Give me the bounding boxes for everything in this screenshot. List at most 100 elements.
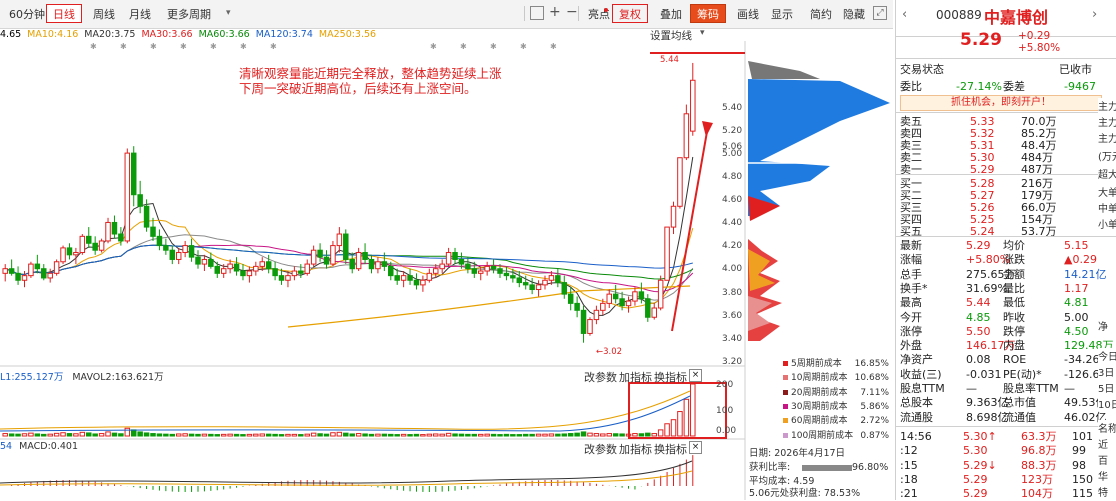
candle-body <box>208 258 214 267</box>
volume-bar <box>118 433 124 437</box>
volume-bar <box>368 433 375 437</box>
ma-settings-button[interactable]: 设置均线 <box>650 28 692 43</box>
candle-body <box>323 256 330 265</box>
volume-bar <box>522 433 529 437</box>
change-params-button[interactable]: 改参数 <box>584 369 617 385</box>
cost-legend-item: 30周期前成本 5.86% <box>783 400 893 414</box>
volume-bar <box>15 433 21 437</box>
period-daily-button[interactable]: 日线 <box>46 4 82 23</box>
volume-bar <box>195 433 201 437</box>
candle-body <box>574 302 580 311</box>
volume-bar <box>349 433 355 437</box>
candle-body <box>291 270 298 277</box>
volume-bar <box>407 434 413 437</box>
volume-bar <box>388 433 394 437</box>
candle-body <box>394 275 400 281</box>
period-weekly-button[interactable]: 周线 <box>86 4 122 23</box>
volume-bar <box>47 433 53 437</box>
candle-body <box>651 307 657 318</box>
simple-button[interactable]: 简约 <box>803 4 839 23</box>
stat-row: 换手* 31.69% 量比 1.17 <box>900 281 1089 295</box>
stat-row: 总股本 9.363亿 总市值 49.53亿 <box>900 396 1107 410</box>
restore-rights-button[interactable]: 复权 <box>612 4 648 23</box>
next-stock-icon[interactable]: › <box>1092 7 1097 22</box>
candle-body <box>298 270 304 274</box>
switch-indicator-button[interactable]: 换指标 <box>654 369 687 385</box>
hide-button[interactable]: 隐藏 <box>836 4 872 23</box>
volume-bar <box>73 433 79 437</box>
volume-bar <box>182 433 188 437</box>
cost-legend-item: 10周期前成本 10.68% <box>783 371 893 385</box>
star-marker: ✱ <box>180 42 187 51</box>
volume-bar <box>657 429 664 437</box>
candle-body <box>227 263 233 270</box>
ma-line <box>5 244 693 276</box>
candle-body <box>92 242 98 251</box>
change-params-button[interactable]: 改参数 <box>584 441 617 457</box>
chip-distribution-button[interactable]: 筹码 <box>690 4 726 23</box>
zoom-fit-icon[interactable] <box>530 6 544 20</box>
prev-stock-icon[interactable]: ‹ <box>902 7 907 22</box>
cost-legend-item: 60周期前成本 2.72% <box>783 414 893 428</box>
zoom-in-icon[interactable]: + <box>549 4 561 20</box>
open-account-banner[interactable]: 抓住机会，即刻开户！ <box>900 95 1102 111</box>
volume-bar <box>41 433 47 437</box>
volume-bar <box>471 433 478 437</box>
kline-chart[interactable]: ✱ ✱ ✱ ✱ ✱ ✱ ✱ ✱ ✱ ✱ ✱ ✱ <box>0 41 893 500</box>
candle-body <box>625 300 632 307</box>
close-icon[interactable]: × <box>689 369 702 382</box>
candle-body <box>606 293 612 304</box>
volume-bar <box>587 432 593 437</box>
volume-bar <box>465 433 471 437</box>
chevron-down-icon[interactable]: ▾ <box>700 28 705 38</box>
candle-body <box>182 245 188 254</box>
annotation-line-2: 下周一突破近期高位，后续还有上涨空间。 <box>239 81 477 96</box>
fund-flow-label: 今日 <box>1098 348 1116 363</box>
volume-bar <box>79 431 86 437</box>
draw-line-button[interactable]: 画线 <box>730 4 766 23</box>
volume-bar <box>130 429 137 437</box>
switch-indicator-button[interactable]: 换指标 <box>654 441 687 457</box>
period-monthly-button[interactable]: 月线 <box>122 4 158 23</box>
fullscreen-icon[interactable]: ⤢ <box>873 6 887 20</box>
period-more-button[interactable]: 更多周期 <box>160 4 218 23</box>
volume-bar <box>259 433 265 437</box>
ma250-line <box>287 285 691 328</box>
candle-body <box>15 272 21 281</box>
volume-bar <box>92 433 98 437</box>
volume-bar <box>612 433 619 437</box>
star-marker: ✱ <box>460 42 467 51</box>
add-indicator-button[interactable]: 加指标 <box>619 441 652 457</box>
overlay-button[interactable]: 叠加 <box>653 4 689 23</box>
star-marker: ✱ <box>210 42 217 51</box>
volume-bar <box>214 434 221 437</box>
volume-bar <box>343 432 349 437</box>
fund-flow-label: 净 <box>1098 318 1116 333</box>
display-button[interactable]: 显示 <box>764 4 800 23</box>
volume-bar <box>651 433 657 437</box>
add-indicator-button[interactable]: 加指标 <box>619 369 652 385</box>
cost-legend-item: 100周期前成本 0.87% <box>783 429 893 443</box>
candle-body <box>362 252 368 260</box>
candle-body <box>28 263 34 277</box>
candle-body <box>278 275 285 281</box>
volume-bar <box>310 432 317 437</box>
price-axis-tick: 3.40 <box>722 333 743 344</box>
trade-status-row: 交易状态 已收市 <box>900 63 1092 76</box>
price-axis-tick: 3.80 <box>722 287 743 298</box>
volume-bar <box>285 433 291 437</box>
stat-row: 总手 275.65万 金额 14.21亿 <box>900 267 1107 281</box>
zoom-out-icon[interactable]: − <box>566 4 578 20</box>
chevron-down-icon[interactable]: ▾ <box>226 8 231 18</box>
close-icon[interactable]: × <box>689 441 702 454</box>
star-marker: ✱ <box>270 42 277 51</box>
candle-body <box>111 221 118 235</box>
vol-axis-tick: 200 <box>716 380 734 390</box>
fund-flow-label: 10日 <box>1098 396 1116 411</box>
candle-body <box>66 247 73 256</box>
ma-line <box>5 244 694 280</box>
period-60min-button[interactable]: 60分钟 <box>2 4 52 23</box>
candle-body <box>670 205 677 228</box>
volume-bar <box>278 434 285 437</box>
price-axis-tick: 5.20 <box>722 125 743 136</box>
